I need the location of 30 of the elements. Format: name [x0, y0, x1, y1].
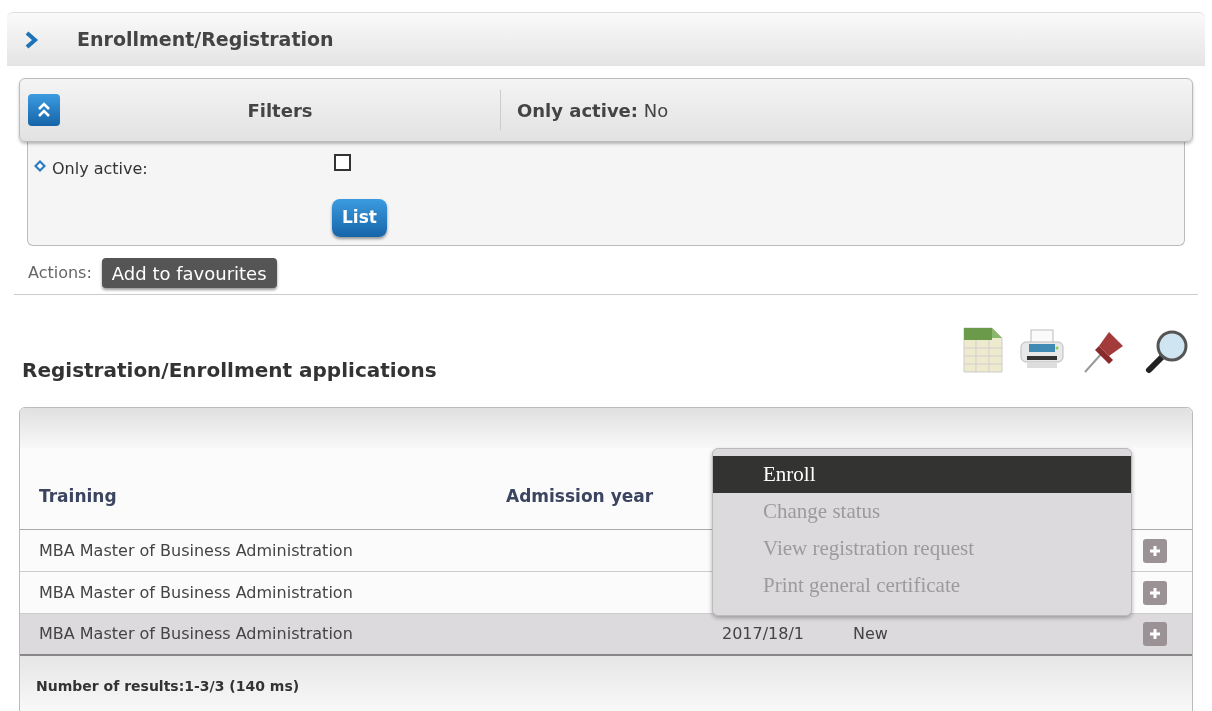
- plus-icon: [1149, 586, 1161, 599]
- add-to-favourites-button[interactable]: Add to favourites: [101, 258, 277, 288]
- spreadsheet-icon[interactable]: [961, 326, 1005, 376]
- table-cell-text: MBA Master of Business Administration: [39, 623, 354, 645]
- only-active-checkbox[interactable]: [334, 154, 351, 171]
- actions-label: Actions:: [28, 262, 92, 284]
- results-count: Number of results:1-3/3 (140 ms): [36, 676, 300, 696]
- table-cell-text: MBA Master of Business Administration: [39, 581, 354, 604]
- column-header: Training: [39, 484, 118, 508]
- expand-button[interactable]: [1143, 580, 1167, 605]
- column-header: Admission year: [506, 484, 654, 508]
- expand-button[interactable]: [1143, 538, 1167, 563]
- chevron-right-icon: [25, 30, 39, 49]
- field-label: Only active:: [52, 158, 149, 180]
- table-cell-text: New: [853, 623, 889, 645]
- diamond-bullet-icon: [34, 160, 46, 172]
- plus-icon: [1149, 544, 1161, 557]
- table-row[interactable]: MBA Master of Business Administration 2017/18/1 New: [20, 614, 1192, 656]
- double-chevron-icon: [37, 102, 51, 118]
- collapse-button[interactable]: [28, 94, 60, 126]
- page-title: Enrollment/Registration: [77, 27, 334, 53]
- filter-summary: Only active: No: [517, 98, 669, 123]
- menu-item[interactable]: Enroll: [713, 456, 1131, 493]
- table-cell-text: 2017/18/1: [722, 623, 806, 645]
- table-cell-text: MBA Master of Business Administration: [39, 539, 354, 562]
- list-button[interactable]: List: [332, 199, 387, 237]
- plus-icon: [1149, 628, 1161, 640]
- expand-button[interactable]: [1143, 622, 1167, 646]
- filters-title: Filters: [246, 98, 314, 123]
- results-title: Registration/Enrollment applications: [22, 357, 437, 384]
